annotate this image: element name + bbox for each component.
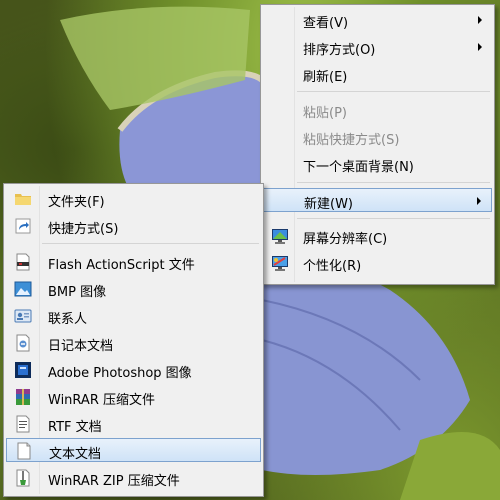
menu-item-label: WinRAR 压缩文件 (48, 393, 155, 408)
menu-separator (297, 91, 490, 92)
menu-item-label: 下一个桌面背景(N) (303, 160, 414, 175)
display-icon (271, 227, 289, 245)
bmp-image-icon (14, 280, 32, 298)
new-submenu: 文件夹(F) 快捷方式(S) Flash ActionScript 文件 BMP… (3, 183, 264, 497)
menu-item-refresh[interactable]: 刷新(E) (263, 62, 492, 86)
new-folder-item[interactable]: 文件夹(F) (6, 187, 261, 211)
new-text-document-item[interactable]: 文本文档 (6, 438, 261, 462)
menu-item-label: 快捷方式(S) (48, 222, 119, 237)
text-doc-icon (15, 442, 33, 460)
menu-item-screen-resolution[interactable]: 屏幕分辨率(C) (263, 224, 492, 248)
personalize-icon (271, 254, 289, 272)
menu-item-label: Flash ActionScript 文件 (48, 258, 195, 273)
new-flash-actionscript-item[interactable]: Flash ActionScript 文件 (6, 250, 261, 274)
menu-item-label: 新建(W) (304, 197, 353, 212)
menu-item-label: 文件夹(F) (48, 195, 105, 210)
new-rtf-document-item[interactable]: RTF 文档 (6, 412, 261, 436)
menu-item-label: 联系人 (48, 312, 88, 327)
winrar-icon (14, 388, 32, 406)
menu-separator (297, 182, 490, 183)
folder-icon (14, 190, 32, 208)
menu-item-label: WinRAR ZIP 压缩文件 (48, 474, 180, 489)
menu-item-next-desktop-background[interactable]: 下一个桌面背景(N) (263, 152, 492, 176)
new-winrar-archive-item[interactable]: WinRAR 压缩文件 (6, 385, 261, 409)
menu-item-label: 粘贴(P) (303, 106, 347, 121)
menu-separator (42, 243, 259, 244)
menu-item-label: 刷新(E) (303, 70, 348, 85)
menu-item-label: 查看(V) (303, 16, 349, 31)
menu-item-label: 屏幕分辨率(C) (303, 232, 388, 247)
menu-item-label: 日记本文档 (48, 339, 114, 354)
new-winrar-zip-item[interactable]: WinRAR ZIP 压缩文件 (6, 466, 261, 490)
desktop-context-menu: 查看(V) 排序方式(O) 刷新(E) 粘贴(P) 粘贴快捷方式(S) 下一个桌… (260, 4, 495, 285)
submenu-arrow-icon (478, 43, 482, 51)
menu-item-label: RTF 文档 (48, 420, 102, 435)
winrar-zip-icon (14, 469, 32, 487)
menu-item-sort-by[interactable]: 排序方式(O) (263, 35, 492, 59)
new-photoshop-image-item[interactable]: Adobe Photoshop 图像 (6, 358, 261, 382)
menu-item-label: 粘贴快捷方式(S) (303, 133, 400, 148)
menu-item-label: BMP 图像 (48, 285, 107, 300)
contact-icon (14, 307, 32, 325)
menu-item-paste[interactable]: 粘贴(P) (263, 98, 492, 122)
rtf-doc-icon (14, 415, 32, 433)
menu-item-view[interactable]: 查看(V) (263, 8, 492, 32)
new-contact-item[interactable]: 联系人 (6, 304, 261, 328)
menu-item-personalize[interactable]: 个性化(R) (263, 251, 492, 275)
journal-icon (14, 334, 32, 352)
flash-file-icon (14, 253, 32, 271)
new-journal-document-item[interactable]: 日记本文档 (6, 331, 261, 355)
menu-item-label: Adobe Photoshop 图像 (48, 366, 192, 381)
new-shortcut-item[interactable]: 快捷方式(S) (6, 214, 261, 238)
menu-separator (297, 218, 490, 219)
menu-item-label: 个性化(R) (303, 259, 362, 274)
menu-item-label: 文本文档 (49, 447, 102, 462)
menu-item-new[interactable]: 新建(W) (263, 188, 492, 212)
photoshop-icon (14, 361, 32, 379)
new-bmp-image-item[interactable]: BMP 图像 (6, 277, 261, 301)
submenu-arrow-icon (478, 16, 482, 24)
submenu-arrow-icon (477, 197, 481, 205)
menu-item-paste-shortcut[interactable]: 粘贴快捷方式(S) (263, 125, 492, 149)
shortcut-icon (14, 217, 32, 235)
menu-item-label: 排序方式(O) (303, 43, 376, 58)
